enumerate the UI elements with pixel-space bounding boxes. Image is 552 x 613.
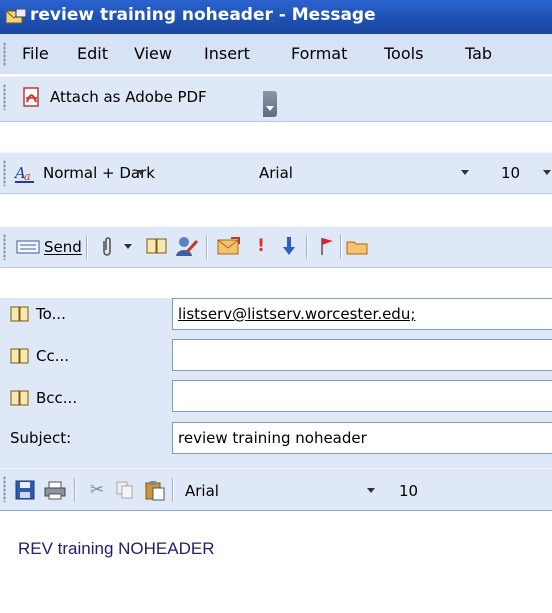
body-font-value: Arial <box>185 482 219 500</box>
menu-edit[interactable]: Edit <box>77 44 108 63</box>
body-font-size-combo[interactable]: 10 <box>394 478 544 502</box>
message-header-fields: To... listserv@listserv.worcester.edu; C… <box>0 298 552 468</box>
subject-field[interactable]: review training noheader <box>172 422 552 454</box>
send-toolbar-grip[interactable] <box>3 234 6 260</box>
to-field[interactable]: listserv@listserv.worcester.edu; <box>172 298 552 330</box>
font-dropdown-arrow[interactable] <box>457 161 473 183</box>
menu-grip[interactable] <box>3 42 6 66</box>
menu-table[interactable]: Tab <box>465 44 492 63</box>
cc-button[interactable]: Cc... <box>10 342 69 370</box>
options-envelope-icon[interactable] <box>216 233 242 259</box>
message-window: review training noheader - Message File … <box>0 0 552 613</box>
to-button[interactable]: To... <box>10 300 66 328</box>
to-label: To... <box>36 305 66 323</box>
toolbar-separator <box>306 235 308 259</box>
styles-icon[interactable]: Aa <box>12 160 38 186</box>
pdf-toolbar-options-chevron[interactable] <box>263 91 277 117</box>
address-book-icon[interactable] <box>144 233 170 259</box>
subject-label: Subject: <box>10 429 72 447</box>
address-book-icon <box>10 390 29 406</box>
bcc-button[interactable]: Bcc... <box>10 384 77 412</box>
font-size-value: 10 <box>501 164 521 182</box>
font-size-dropdown-arrow[interactable] <box>539 161 552 183</box>
body-toolbar-grip[interactable] <box>3 476 6 502</box>
style-combo[interactable]: Normal + Dark <box>38 160 250 184</box>
menu-bar: File Edit View Insert Format Tools Tab <box>0 34 552 74</box>
body-font-dropdown-arrow[interactable] <box>363 479 379 501</box>
bcc-field[interactable] <box>172 380 552 412</box>
toolbar-separator <box>172 478 174 502</box>
send-button[interactable]: Send <box>16 235 82 259</box>
send-icon <box>16 240 40 254</box>
menu-insert[interactable]: Insert <box>204 44 250 63</box>
font-size-combo[interactable]: 10 <box>496 160 552 184</box>
body-font-combo[interactable]: Arial <box>180 478 380 502</box>
body-text[interactable]: REV training NOHEADER <box>18 539 215 559</box>
style-dropdown-arrow[interactable] <box>133 161 149 183</box>
menu-view[interactable]: View <box>134 44 172 63</box>
font-combo[interactable]: Arial <box>254 160 490 184</box>
window-title: review training noheader - Message <box>30 5 376 25</box>
paperclip-icon[interactable] <box>94 233 120 259</box>
attach-dropdown-arrow[interactable] <box>120 233 136 259</box>
cc-field[interactable] <box>172 339 552 371</box>
print-icon[interactable] <box>42 477 68 503</box>
options-folder-icon[interactable] <box>344 233 370 259</box>
low-importance-icon[interactable] <box>276 233 302 259</box>
send-toolbar: Send ! <box>0 226 552 268</box>
check-names-icon[interactable] <box>174 233 200 259</box>
body-font-size-value: 10 <box>399 482 419 500</box>
to-recipient[interactable]: listserv@listserv.worcester.edu; <box>178 305 415 323</box>
attach-as-pdf-label: Attach as Adobe PDF <box>50 88 207 106</box>
toolbar-separator <box>340 235 342 259</box>
cut-icon[interactable]: ✂ <box>84 477 110 503</box>
toolbar-separator <box>206 235 208 259</box>
title-bar: review training noheader - Message <box>0 0 552 34</box>
copy-icon[interactable] <box>112 477 138 503</box>
subject-value: review training noheader <box>178 429 367 447</box>
toolbar-separator <box>86 235 88 259</box>
format-toolbar: Aa Normal + Dark Arial 10 <box>0 152 552 194</box>
save-icon[interactable] <box>12 477 38 503</box>
follow-up-flag-icon[interactable] <box>314 233 340 259</box>
menu-tools[interactable]: Tools <box>384 44 423 63</box>
adobe-pdf-icon <box>23 87 39 107</box>
attach-as-pdf-button[interactable]: Attach as Adobe PDF <box>22 83 207 111</box>
message-icon <box>6 9 26 24</box>
menu-file[interactable]: File <box>22 44 49 63</box>
address-book-icon <box>10 306 29 322</box>
pdf-toolbar: Attach as Adobe PDF <box>0 76 552 122</box>
send-label: Send <box>44 238 82 256</box>
pdf-toolbar-grip[interactable] <box>3 84 6 110</box>
font-value: Arial <box>259 164 293 182</box>
bcc-label: Bcc... <box>36 389 78 407</box>
message-body[interactable]: REV training NOHEADER <box>0 510 552 613</box>
menu-format[interactable]: Format <box>291 44 347 63</box>
address-book-icon <box>10 348 29 364</box>
paste-icon[interactable] <box>142 477 168 503</box>
format-toolbar-grip[interactable] <box>3 160 6 186</box>
toolbar-separator <box>74 478 76 502</box>
high-importance-icon[interactable]: ! <box>248 233 274 259</box>
body-format-toolbar: ✂ Arial 10 <box>0 468 552 512</box>
cc-label: Cc... <box>36 347 70 365</box>
